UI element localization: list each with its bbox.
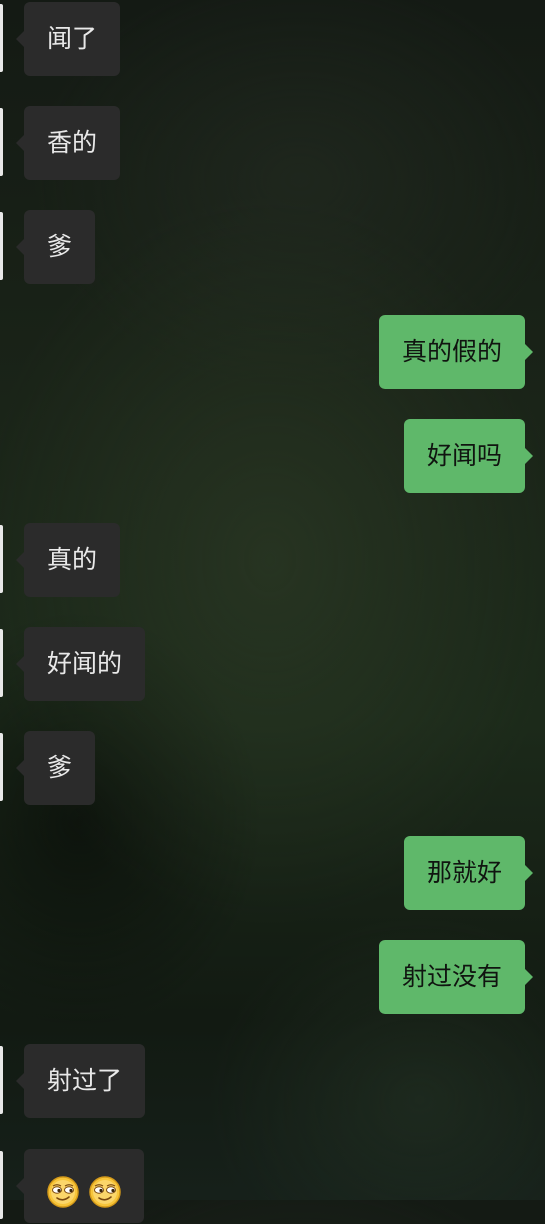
avatar[interactable] xyxy=(0,629,3,697)
message-bubble[interactable]: 香的 xyxy=(24,106,121,180)
message-row-incoming xyxy=(0,1149,545,1223)
message-bubble[interactable]: 闻了 xyxy=(24,2,121,76)
message-row-incoming: 爹 xyxy=(0,210,545,284)
bubble-tail xyxy=(525,344,533,360)
avatar[interactable] xyxy=(0,525,3,593)
message-bubble[interactable]: 射过没有 xyxy=(378,940,525,1014)
message-bubble[interactable]: 射过了 xyxy=(24,1044,146,1118)
message-bubble[interactable]: 爹 xyxy=(24,731,96,805)
bubble-tail xyxy=(525,969,533,985)
message-row-incoming: 好闻的 xyxy=(0,627,545,701)
avatar[interactable] xyxy=(0,108,3,176)
bubble-tail xyxy=(16,31,24,47)
avatar[interactable] xyxy=(0,1151,3,1219)
avatar[interactable] xyxy=(0,1046,3,1114)
smirk-emoji-icon xyxy=(88,1150,122,1224)
message-bubble[interactable]: 好闻吗 xyxy=(403,419,525,493)
bubble-tail xyxy=(16,1073,24,1089)
message-bubble[interactable]: 爹 xyxy=(24,210,96,284)
smirk-emoji-icon xyxy=(46,1150,80,1224)
bubble-tail xyxy=(525,865,533,881)
message-row-outgoing: 射过没有 xyxy=(0,940,545,1014)
bubble-tail xyxy=(16,239,24,255)
message-row-outgoing: 真的假的 xyxy=(0,315,545,389)
emoji-message-bubble[interactable] xyxy=(24,1149,144,1223)
avatar[interactable] xyxy=(0,4,3,72)
message-row-incoming: 真的 xyxy=(0,523,545,597)
message-row-incoming: 爹 xyxy=(0,731,545,805)
message-row-outgoing: 好闻吗 xyxy=(0,419,545,493)
avatar[interactable] xyxy=(0,212,3,280)
avatar[interactable] xyxy=(0,733,3,801)
message-bubble[interactable]: 真的 xyxy=(24,523,121,597)
bubble-tail xyxy=(16,656,24,672)
message-bubble[interactable]: 好闻的 xyxy=(24,627,146,701)
chat-screen: { "messages": [ {"from": "other", "text"… xyxy=(0,0,545,1223)
bubble-tail xyxy=(16,760,24,776)
message-row-incoming: 香的 xyxy=(0,106,545,180)
message-row-incoming: 射过了 xyxy=(0,1044,545,1118)
bubble-tail xyxy=(16,135,24,151)
bubble-tail xyxy=(16,552,24,568)
message-bubble[interactable]: 真的假的 xyxy=(378,315,525,389)
bubble-tail xyxy=(16,1178,24,1194)
message-bubble[interactable]: 那就好 xyxy=(403,836,525,910)
message-row-outgoing: 那就好 xyxy=(0,836,545,910)
message-list[interactable]: 闻了 香的 爹 真的假的 好闻吗 真的 好闻的 爹 那就好 射过没有 射过了 xyxy=(0,0,545,1223)
bubble-tail xyxy=(525,448,533,464)
message-row-incoming: 闻了 xyxy=(0,2,545,76)
